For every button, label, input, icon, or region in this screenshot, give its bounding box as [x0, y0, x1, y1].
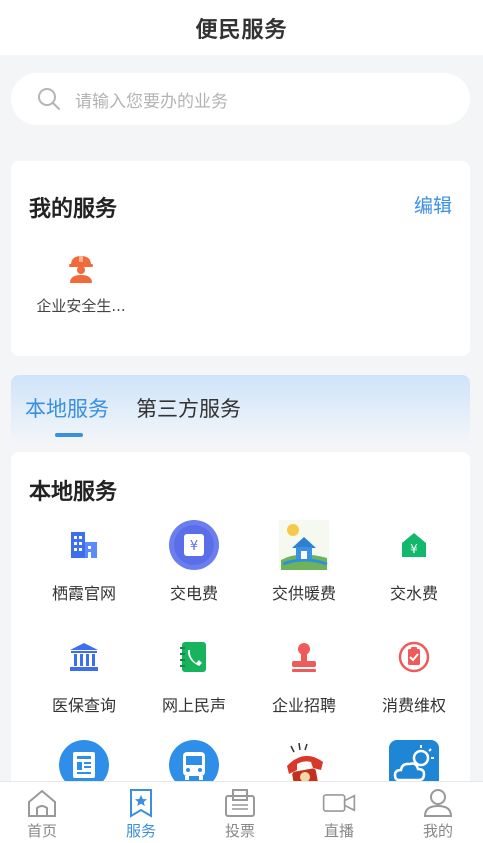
- tabbar-label: 我的: [422, 822, 453, 840]
- tabbar-item-live[interactable]: 直播: [299, 788, 379, 841]
- service-label: 交水费: [389, 584, 438, 603]
- service-label: 消费维权: [381, 696, 446, 715]
- my-service-item[interactable]: 企业安全生...: [29, 253, 133, 316]
- worker-helmet-icon: [65, 253, 97, 285]
- service-tabs: 本地服务 第三方服务: [11, 375, 470, 445]
- building-icon: [59, 520, 109, 570]
- phone-book-icon: [169, 632, 219, 682]
- service-item-recruitment[interactable]: 企业招聘: [249, 632, 359, 716]
- profile-icon: [423, 789, 453, 817]
- vote-icon: [225, 789, 255, 817]
- search-placeholder: 请输入您要办的业务: [75, 91, 228, 112]
- service-label: 栖霞官网: [51, 584, 116, 603]
- my-service-label: 企业安全生...: [36, 297, 126, 315]
- my-services-title: 我的服务: [29, 197, 118, 222]
- service-item-water[interactable]: ¥ 交水费: [359, 520, 469, 604]
- search-icon: [37, 87, 61, 111]
- tab-local-services[interactable]: 本地服务: [25, 393, 109, 423]
- bottom-tab-bar: 首页 服务 投票 直播 我的: [0, 781, 483, 843]
- service-item-medical-insurance[interactable]: 医保查询: [29, 632, 139, 716]
- edit-button[interactable]: 编辑: [414, 191, 452, 218]
- service-icon: [130, 789, 152, 818]
- svg-text:¥: ¥: [190, 539, 198, 554]
- live-video-icon: [322, 794, 356, 812]
- search-input[interactable]: 请输入您要办的业务: [11, 73, 470, 125]
- service-item-public-voice[interactable]: 网上民声: [139, 632, 249, 716]
- service-label: 交电费: [169, 584, 218, 603]
- tabbar-item-home[interactable]: 首页: [2, 788, 82, 841]
- tabbar-item-profile[interactable]: 我的: [398, 788, 478, 841]
- local-services-title: 本地服务: [29, 480, 118, 505]
- medical-insurance-icon: [59, 632, 109, 682]
- tabbar-item-vote[interactable]: 投票: [200, 788, 280, 841]
- service-item-consumer-rights[interactable]: 消费维权: [359, 632, 469, 716]
- tabbar-label: 服务: [125, 822, 156, 840]
- home-icon: [28, 789, 56, 817]
- electricity-fee-icon: ¥: [169, 520, 219, 570]
- service-label: 交供暖费: [271, 584, 336, 603]
- water-fee-icon: ¥: [389, 520, 439, 570]
- page-title: 便民服务: [195, 17, 288, 43]
- tabbar-label: 直播: [323, 822, 354, 840]
- tabbar-label: 投票: [224, 822, 255, 840]
- local-services-card: 本地服务 栖霞官网 ¥ 交电费 交供暖费 ¥ 交水费 医保查询 网上民声 企业招…: [11, 452, 470, 792]
- tabbar-label: 首页: [26, 822, 57, 840]
- active-tab-indicator: [55, 433, 83, 437]
- service-item-electricity[interactable]: ¥ 交电费: [139, 520, 249, 604]
- service-item-heating[interactable]: 交供暖费: [249, 520, 359, 604]
- consumer-rights-icon: [389, 632, 439, 682]
- search-section: 请输入您要办的业务: [0, 55, 483, 127]
- service-item-official-site[interactable]: 栖霞官网: [29, 520, 139, 604]
- tabbar-item-service[interactable]: 服务: [101, 788, 181, 841]
- top-bar: 便民服务: [0, 0, 483, 55]
- recruitment-stamp-icon: [279, 632, 329, 682]
- service-label: 网上民声: [161, 696, 226, 715]
- tab-third-party-services[interactable]: 第三方服务: [136, 393, 241, 423]
- service-label: 企业招聘: [271, 696, 336, 715]
- service-label: 医保查询: [51, 696, 116, 715]
- svg-text:¥: ¥: [410, 542, 418, 556]
- my-services-card: 我的服务 编辑 企业安全生...: [11, 161, 470, 356]
- heating-house-icon: [279, 520, 329, 570]
